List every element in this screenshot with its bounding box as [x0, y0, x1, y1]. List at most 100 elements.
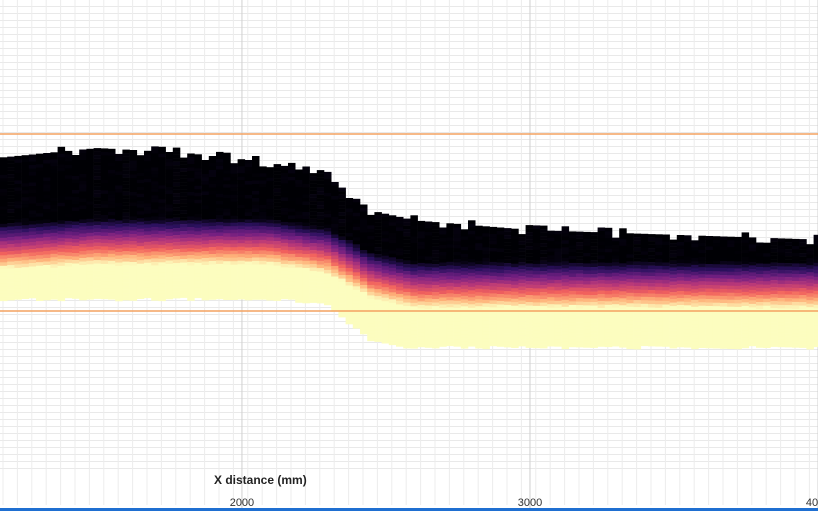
heatmap-cell	[777, 280, 786, 285]
heatmap-cell	[324, 287, 332, 292]
heatmap-cell	[676, 256, 685, 260]
heatmap-cell	[460, 271, 469, 276]
heatmap-cell	[396, 234, 404, 239]
heatmap-cell	[388, 320, 397, 325]
heatmap-cell	[763, 263, 771, 268]
heatmap-cell	[14, 155, 22, 160]
heatmap-cell	[705, 313, 714, 317]
heatmap-cell	[813, 252, 818, 257]
heatmap-cell	[194, 203, 202, 208]
heatmap-cell	[720, 261, 728, 265]
heatmap-cell	[784, 322, 793, 327]
heatmap-cell	[381, 255, 390, 260]
heatmap-cell	[7, 258, 15, 262]
heatmap-cell	[669, 281, 678, 286]
heatmap-cell	[583, 263, 591, 268]
heatmap-cell	[684, 249, 692, 254]
heatmap-cell	[691, 334, 699, 339]
heatmap-cell	[273, 290, 282, 294]
heatmap-cell	[158, 290, 166, 295]
heatmap-cell	[727, 303, 735, 307]
heatmap-cell	[309, 299, 318, 303]
heatmap-cell	[518, 321, 526, 326]
heatmap-cell	[360, 288, 368, 293]
heatmap-cell	[655, 311, 663, 316]
heatmap-cell	[770, 297, 778, 302]
heatmap-cell	[367, 218, 375, 223]
heatmap-cell	[50, 180, 58, 185]
heatmap-cell	[633, 282, 642, 287]
heatmap-cell	[266, 188, 274, 192]
heatmap-cell	[144, 178, 152, 183]
heatmap-cell	[93, 169, 102, 173]
heatmap-cell	[93, 148, 102, 152]
heatmap-cell	[129, 262, 138, 266]
heatmap-cell	[468, 318, 476, 323]
heatmap-cell	[0, 171, 8, 176]
heatmap-cell	[763, 298, 771, 303]
heatmap-cell	[612, 304, 620, 308]
heatmap-cell	[756, 302, 764, 306]
heatmap-cell	[734, 331, 742, 336]
heatmap-cell	[122, 296, 130, 301]
heatmap-cell	[633, 272, 642, 276]
heatmap-cell	[237, 292, 246, 296]
heatmap-cell	[64, 234, 73, 239]
heatmap-cell	[331, 220, 339, 225]
heatmap-cell	[662, 336, 670, 340]
heatmap-cell	[136, 288, 145, 292]
heatmap-cell	[144, 252, 152, 257]
heatmap-cell	[36, 160, 44, 165]
heatmap-cell	[223, 184, 231, 188]
heatmap-cell	[86, 180, 94, 185]
heatmap-cell	[410, 320, 418, 325]
heatmap-cell	[244, 230, 253, 234]
heatmap-cell	[360, 250, 368, 254]
heatmap-cell	[331, 269, 339, 274]
heatmap-cell	[403, 320, 411, 324]
heatmap-cell	[525, 235, 534, 240]
heatmap-cell	[763, 305, 771, 310]
heatmap-cell	[136, 214, 145, 219]
heatmap-cell	[417, 220, 426, 225]
heatmap-cell	[799, 344, 807, 348]
heatmap-cell	[93, 277, 102, 282]
heatmap-cell	[172, 217, 181, 222]
heatmap-cell	[64, 175, 73, 180]
heatmap-cell	[115, 220, 123, 225]
heatmap-cell	[216, 190, 224, 195]
heatmap-cell	[352, 219, 361, 224]
heatmap-cell	[684, 294, 692, 299]
heatmap-cell	[547, 255, 555, 259]
heatmap-cell	[547, 293, 555, 298]
heatmap-cell	[100, 158, 109, 163]
heatmap-cell	[813, 283, 818, 288]
heatmap-cell	[151, 219, 159, 224]
heatmap-cell	[72, 288, 80, 292]
heatmap-cell	[763, 302, 771, 306]
heatmap-cell	[597, 259, 606, 263]
heatmap-cell	[432, 316, 440, 321]
heatmap-cell	[727, 341, 735, 346]
heatmap-cell	[388, 232, 397, 237]
heatmap-cell	[216, 260, 224, 265]
heatmap-cell	[72, 277, 80, 282]
heatmap-cell	[144, 220, 152, 225]
heatmap-cell	[669, 337, 678, 342]
heatmap-cell	[554, 244, 562, 249]
heatmap-cell	[158, 206, 166, 211]
heatmap-cell	[280, 253, 289, 258]
heatmap-cell	[748, 244, 757, 249]
heatmap-cell	[748, 265, 757, 270]
heatmap-cell	[100, 295, 109, 300]
heatmap-cell	[482, 243, 490, 248]
heatmap-cell	[705, 278, 714, 282]
heatmap-cell	[14, 243, 22, 248]
heatmap-cell	[525, 291, 534, 296]
heatmap-cell	[475, 341, 483, 345]
heatmap-cell	[324, 175, 332, 180]
heatmap-cell	[424, 232, 433, 236]
heatmap-cell	[619, 228, 627, 233]
heatmap-cell	[7, 230, 15, 234]
heatmap-cell	[223, 187, 231, 192]
